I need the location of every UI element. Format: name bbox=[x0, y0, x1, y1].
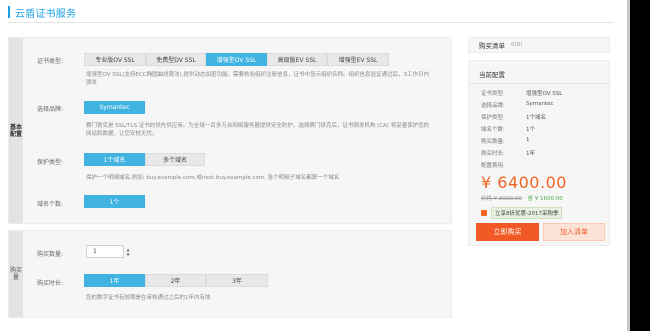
config-key: 购买数量: bbox=[481, 139, 505, 145]
config-row: 保护类型: 1个域名 bbox=[481, 113, 546, 121]
cert-type-description: 增强型OV SSL(支持ECC椭圆曲线算法),提供动态加密功能。需要核验组织注册… bbox=[86, 72, 429, 86]
buy-panel: 购买量 购买数量: 1 ▲ ▼ 购买时长: 1年 2年 3年 您的数字证书有效期… bbox=[8, 230, 452, 318]
cert-type-label: 证书类型: bbox=[37, 58, 64, 65]
config-value: 1年 bbox=[526, 151, 535, 157]
cert-type-option[interactable]: 免费型DV SSL bbox=[146, 53, 206, 66]
promo-tag: 立享8折优惠-2017采购季 bbox=[491, 207, 563, 219]
brand-option-selected[interactable]: Symantec bbox=[84, 101, 145, 114]
config-key: 证书类型: bbox=[481, 91, 505, 97]
duration-description: 您的数字证书有效期是在审核通过之后的1年内有效 bbox=[86, 295, 211, 301]
buy-tab[interactable]: 购买量 bbox=[9, 231, 23, 317]
cart-header[interactable]: 购买清单 0(0) bbox=[468, 37, 610, 53]
quantity-input[interactable]: 1 bbox=[86, 245, 124, 258]
config-value: 1 bbox=[526, 137, 530, 143]
add-to-cart-button[interactable]: 加入清单 bbox=[543, 223, 605, 241]
config-row: 购买数量: 1 bbox=[481, 137, 530, 145]
config-value: 增强型OV SSL bbox=[526, 91, 563, 97]
protect-type-description: 保护一个明细域名,例如: buy.example.com,或next.buy.e… bbox=[86, 175, 340, 181]
config-row: 域名个数: 1个 bbox=[481, 125, 535, 133]
config-row: 选择品牌: Symantec bbox=[481, 101, 554, 109]
brand-options: Symantec bbox=[84, 101, 145, 114]
protect-type-label: 保护类型: bbox=[37, 159, 64, 166]
domain-count-label: 域名个数: bbox=[37, 201, 64, 208]
config-title: 当前配置 bbox=[479, 71, 505, 79]
promo-row: 立享8折优惠-2017采购季 bbox=[481, 207, 563, 219]
cart-count: 0(0) bbox=[511, 42, 523, 48]
protect-type-option-selected[interactable]: 1个域名 bbox=[84, 153, 145, 166]
config-price: ¥ 6400.00 bbox=[481, 173, 567, 192]
duration-label: 购买时长: bbox=[37, 280, 64, 287]
brand-description: 赛门铁克是 SSL/TLS 证书的领先供应商。为全球一百多万台网络服务器提供安全… bbox=[86, 123, 430, 137]
config-key: 购买时长: bbox=[481, 151, 505, 157]
gift-icon bbox=[481, 210, 487, 216]
config-row: 购买时长: 1年 bbox=[481, 149, 535, 157]
cert-type-option-selected[interactable]: 增强型OV SSL bbox=[206, 53, 267, 66]
cert-type-option[interactable]: 专业版OV SSL bbox=[84, 53, 146, 66]
scrollbar-track[interactable] bbox=[627, 0, 630, 331]
arrow-down-icon[interactable]: ▼ bbox=[126, 252, 129, 257]
duration-option-selected[interactable]: 1年 bbox=[84, 274, 145, 287]
cert-type-options: 专业版OV SSL 免费型DV SSL 增强型OV SSL 高级版EV SSL … bbox=[84, 53, 389, 66]
config-key: 选择品牌: bbox=[481, 103, 505, 109]
config-divider bbox=[469, 83, 609, 84]
savings: 省 ¥ 1600.00 bbox=[527, 196, 563, 202]
duration-options: 1年 2年 3年 bbox=[84, 274, 268, 287]
quantity-label: 购买数量: bbox=[37, 251, 64, 258]
brand-label: 选择品牌: bbox=[37, 106, 64, 113]
config-value: 1个 bbox=[526, 127, 535, 133]
cert-type-option[interactable]: 增强型EV SSL bbox=[327, 53, 389, 66]
duration-option[interactable]: 2年 bbox=[145, 274, 206, 287]
config-original-price: 价格 ¥ 8000.00 省 ¥ 1600.00 bbox=[481, 194, 563, 202]
protect-type-options: 1个域名 多个域名 bbox=[84, 153, 205, 166]
page: 云盾证书服务 基本配置 证书类型: 专业版OV SSL 免费型DV SSL 增强… bbox=[0, 0, 650, 331]
config-value: Symantec bbox=[526, 101, 554, 107]
config-row: 证书类型: 增强型OV SSL bbox=[481, 89, 562, 97]
title-divider bbox=[8, 22, 614, 23]
basic-config-tab[interactable]: 基本配置 bbox=[9, 38, 23, 223]
cart-title: 购买清单 bbox=[479, 42, 505, 50]
domain-count-value[interactable]: 1个 bbox=[84, 195, 145, 208]
original-price: 价格 ¥ 8000.00 bbox=[481, 196, 522, 202]
quantity-arrows[interactable]: ▲ ▼ bbox=[125, 245, 131, 258]
config-key: 配置费用: bbox=[481, 163, 505, 169]
config-key: 域名个数: bbox=[481, 127, 505, 133]
protect-type-option[interactable]: 多个域名 bbox=[145, 153, 205, 166]
cert-type-option[interactable]: 高级版EV SSL bbox=[267, 53, 327, 66]
quantity-stepper[interactable]: 1 ▲ ▼ bbox=[86, 245, 131, 258]
basic-config-tab-label: 基本配置 bbox=[9, 123, 22, 138]
duration-option[interactable]: 3年 bbox=[206, 274, 268, 287]
window-edge bbox=[627, 0, 650, 331]
basic-config-panel: 基本配置 证书类型: 专业版OV SSL 免费型DV SSL 增强型OV SSL… bbox=[8, 37, 452, 224]
page-title: 云盾证书服务 bbox=[15, 8, 77, 20]
config-value: 1个域名 bbox=[526, 115, 546, 121]
buy-now-button[interactable]: 立即购买 bbox=[476, 223, 539, 241]
config-key: 保护类型: bbox=[481, 115, 505, 121]
page-header: 云盾证书服务 bbox=[8, 4, 76, 20]
current-config-panel: 当前配置 证书类型: 增强型OV SSL 选择品牌: Symantec 保护类型… bbox=[468, 60, 610, 246]
config-row: 配置费用: bbox=[481, 161, 505, 169]
title-accent-bar bbox=[8, 6, 10, 18]
buy-tab-label: 购买量 bbox=[9, 267, 22, 281]
domain-count-options: 1个 bbox=[84, 195, 145, 208]
